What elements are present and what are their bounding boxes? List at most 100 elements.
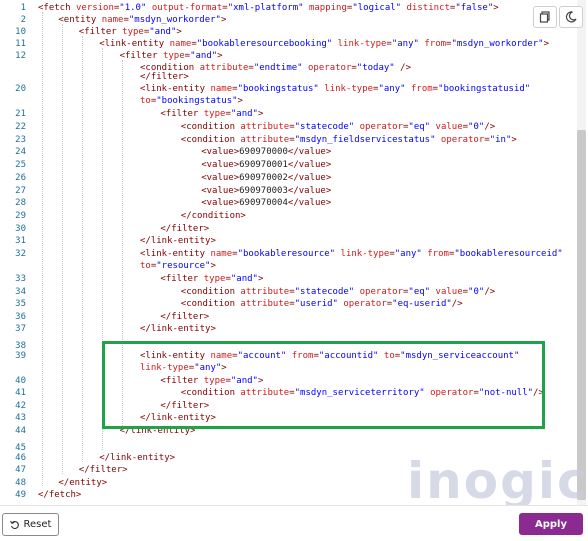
code-line: <value>690970002</value> xyxy=(201,172,331,184)
code-line: </filter> xyxy=(160,223,209,235)
tag-token: </link-entity> xyxy=(99,453,176,463)
line-number: 49 xyxy=(15,490,26,500)
tag-token: /> xyxy=(394,63,411,73)
indent-guide xyxy=(82,36,83,462)
indent-guide xyxy=(62,24,63,474)
val-token: "eq-userid" xyxy=(392,299,452,309)
line-number: 25 xyxy=(15,160,26,170)
tag-token: /> xyxy=(484,122,496,132)
tag-token: </filter> xyxy=(78,465,128,475)
tag-token: </filter> xyxy=(160,312,210,322)
line-number: 44 xyxy=(15,426,26,436)
val-token: "eq" xyxy=(408,287,431,297)
attr-token: value xyxy=(435,122,463,132)
inogic-watermark: inogic xyxy=(407,452,588,505)
val-token: "and" xyxy=(230,109,258,119)
tag-token: <filter xyxy=(160,109,204,119)
highlight-box xyxy=(102,341,545,429)
tag-token: </value> xyxy=(287,147,332,157)
code-line: <value>690970003</value> xyxy=(201,185,331,197)
tag-token: <value> xyxy=(201,186,240,196)
code-line: to="bookingstatus"> xyxy=(140,95,243,107)
code-line: </link-entity> xyxy=(99,452,175,464)
val-token: "and" xyxy=(230,274,258,284)
tag-token: > xyxy=(237,96,243,106)
line-number: 27 xyxy=(15,186,26,196)
val-token: "bookingstatus" xyxy=(156,96,238,106)
attr-token: attribute xyxy=(240,135,290,145)
theme-toggle-button[interactable] xyxy=(559,6,583,28)
tag-token: > xyxy=(176,27,182,37)
tag-token: </fetch> xyxy=(38,490,82,500)
code-line: <condition attribute="userid" operator="… xyxy=(181,298,463,310)
line-number: 35 xyxy=(15,299,26,309)
line-number: 1 xyxy=(20,3,26,13)
val-token: "0" xyxy=(468,122,485,132)
attr-token: operator xyxy=(308,63,352,73)
text-token: 690970003 xyxy=(239,186,288,196)
attr-token: attribute xyxy=(240,287,290,297)
code-line: </link-entity> xyxy=(140,323,216,335)
code-line: </condition> xyxy=(181,210,246,222)
val-token: "any" xyxy=(378,84,406,94)
val-token: "bookingstatus" xyxy=(237,84,319,94)
text-token: 690970002 xyxy=(239,173,288,183)
val-token: "bookingstatusid" xyxy=(438,84,531,94)
apply-label: Apply xyxy=(534,518,567,530)
tag-token: <value> xyxy=(201,173,240,183)
attr-token: version xyxy=(75,3,114,13)
code-line: <fetch version="1.0" output-format="xml-… xyxy=(38,2,499,14)
theme-toggle-icon xyxy=(565,11,577,23)
tag-token: <value> xyxy=(201,160,240,170)
code-line: </entity> xyxy=(58,477,107,489)
attr-token: operator xyxy=(343,299,387,309)
code-line: <entity name="msdyn_workorder"> xyxy=(58,14,226,26)
val-token: "false" xyxy=(455,3,494,13)
attr-token: operator xyxy=(440,135,485,145)
apply-button[interactable]: Apply xyxy=(519,513,583,535)
attr-token: link-type xyxy=(324,84,374,94)
attr-token: attribute xyxy=(199,63,249,73)
line-number: 32 xyxy=(15,249,26,259)
copy-button[interactable] xyxy=(533,6,557,28)
attr-token: to xyxy=(140,96,151,106)
line-number: 22 xyxy=(15,122,26,132)
code-line: <link-entity name="bookableresourcebooki… xyxy=(99,38,549,50)
code-line: <condition attribute="statecode" operato… xyxy=(181,121,495,133)
text-token: 690970000 xyxy=(239,147,288,157)
tag-token: > xyxy=(511,135,517,145)
val-token: "resource" xyxy=(156,261,211,271)
tag-token: </value> xyxy=(287,173,332,183)
scrollbar-thumb[interactable] xyxy=(577,130,586,500)
line-number: 40 xyxy=(15,376,26,386)
line-number: 41 xyxy=(15,388,26,398)
line-number: 31 xyxy=(15,236,26,246)
tag-token: <entity xyxy=(58,15,102,25)
tag-token: </link-entity> xyxy=(140,324,216,334)
tag-token: <link-entity xyxy=(99,39,170,49)
tag-token: <condition xyxy=(180,122,241,132)
tag-token: <link-entity xyxy=(140,84,211,94)
line-number: 33 xyxy=(15,274,26,284)
val-token: "eq" xyxy=(408,122,431,132)
line-number: 47 xyxy=(15,465,26,475)
line-number: 24 xyxy=(15,147,26,157)
reset-button[interactable]: Reset xyxy=(2,513,59,536)
val-token: "today" xyxy=(356,63,395,73)
code-line: </fetch> xyxy=(38,489,81,501)
code-line: <value>690970004</value> xyxy=(201,197,331,209)
attr-token: from xyxy=(427,249,449,259)
tag-token: </filter> xyxy=(160,224,210,234)
val-token: "any" xyxy=(391,39,419,49)
fetchxml-editor[interactable]: 1 <fetch version="1.0" output-format="xml… xyxy=(0,0,588,505)
line-number: 37 xyxy=(15,324,26,334)
attr-token: name xyxy=(210,84,233,94)
reset-label: Reset xyxy=(23,519,52,530)
tag-token: </link-entity> xyxy=(140,236,216,246)
tag-token: </value> xyxy=(287,198,332,208)
tag-token: <filter xyxy=(160,274,204,284)
attr-token: type xyxy=(162,51,185,61)
attr-token: operator xyxy=(359,287,403,297)
tag-token: /> xyxy=(484,287,496,297)
tag-token: > xyxy=(217,51,223,61)
